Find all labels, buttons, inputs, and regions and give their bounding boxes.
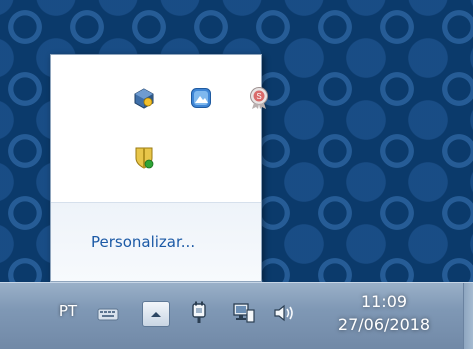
popup-footer: Personalizar... [51,202,261,281]
clock[interactable]: 11:09 27/06/2018 [328,291,440,337]
show-desktop-button[interactable] [463,283,473,349]
customize-link[interactable]: Personalizar... [91,233,195,251]
show-hidden-icons-button[interactable] [142,301,170,327]
language-indicator[interactable]: PT [54,301,82,321]
hidden-icons-popup: S Personalizar... [50,54,268,282]
volume-icon[interactable] [272,300,298,326]
clock-time: 11:09 [360,292,408,311]
virtualbox-icon[interactable] [131,85,157,111]
power-plug-icon[interactable] [186,299,212,327]
clock-date: 27/06/2018 [337,315,431,334]
taskbar: PT 11:09 27/06/2018 [0,282,473,349]
popup-icon-area: S [51,55,268,203]
svg-text:S: S [256,92,261,101]
network-icon[interactable] [230,299,258,327]
ssl-badge-icon[interactable]: S [246,85,272,111]
keyboard-icon[interactable] [96,303,120,325]
photos-app-icon[interactable] [188,85,214,111]
security-shield-icon[interactable] [131,145,157,171]
chevron-up-icon [151,312,161,317]
